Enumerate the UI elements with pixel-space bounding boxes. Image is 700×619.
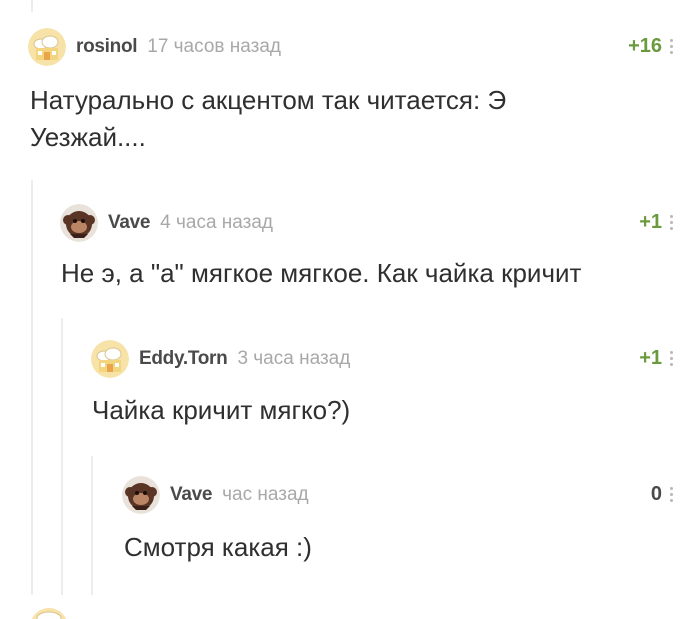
rating: +16 — [628, 35, 662, 57]
comment-text: Чайка кричит мягко?) — [92, 395, 351, 425]
thread-line-level-1[interactable] — [31, 180, 33, 595]
rating: +1 — [639, 211, 662, 233]
username[interactable]: Eddy.Torn — [139, 348, 228, 370]
chef-hat-avatar-icon[interactable] — [28, 28, 66, 66]
timestamp[interactable]: 3 часа назад — [237, 348, 350, 370]
username[interactable]: Vave — [108, 212, 150, 234]
comment-text: Натурально с акцентом так читается: Э Уе… — [30, 85, 507, 152]
thread-line-top — [31, 0, 33, 12]
username[interactable]: rosinol — [76, 36, 138, 58]
timestamp[interactable]: 4 часа назад — [160, 212, 273, 234]
comment-text: Не э, а "а" мягкое мягкое. Как чайка кри… — [61, 258, 582, 288]
more-options-icon[interactable] — [670, 487, 674, 502]
comment-header: Vave час назад — [122, 475, 309, 515]
monkey-avatar-icon[interactable] — [60, 204, 98, 242]
more-options-icon[interactable] — [670, 215, 674, 230]
thread-line-level-2[interactable] — [61, 318, 63, 595]
rating: +1 — [639, 347, 662, 369]
chef-hat-avatar-icon[interactable] — [91, 340, 129, 378]
next-comment-avatar-icon[interactable] — [30, 608, 68, 619]
comment-header: Vave 4 часа назад — [60, 203, 273, 243]
rating: 0 — [650, 483, 662, 505]
thread-line-level-3[interactable] — [91, 456, 93, 595]
comment-header: rosinol 17 часов назад — [28, 27, 281, 67]
timestamp[interactable]: 17 часов назад — [147, 36, 281, 58]
more-options-icon[interactable] — [670, 351, 674, 366]
comment-header: Eddy.Torn 3 часа назад — [91, 339, 350, 379]
username[interactable]: Vave — [170, 484, 212, 506]
monkey-avatar-icon[interactable] — [122, 476, 160, 514]
timestamp[interactable]: час назад — [222, 484, 308, 506]
comment-text: Смотря какая :) — [124, 532, 312, 562]
more-options-icon[interactable] — [670, 39, 674, 54]
